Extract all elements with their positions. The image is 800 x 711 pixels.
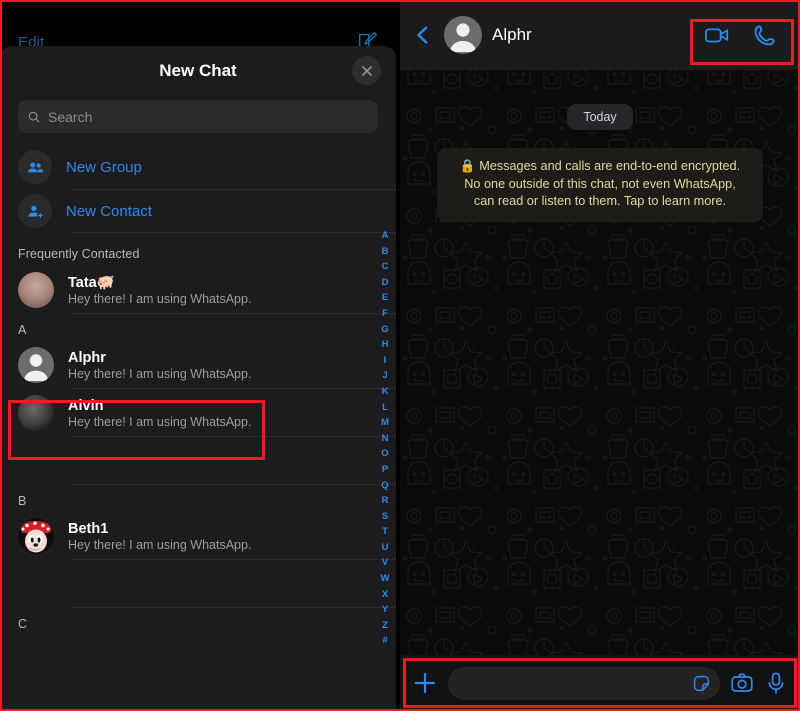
- list-item-text: Tata🐖 Hey there! I am using WhatsApp.: [68, 274, 251, 306]
- alphabet-index-letter[interactable]: V: [382, 555, 388, 571]
- encryption-notice[interactable]: 🔒 Messages and calls are end-to-end encr…: [437, 148, 763, 222]
- back-chevron-icon[interactable]: [412, 22, 434, 48]
- chat-panel: Alphr Today 🔒 Messages and calls are end…: [400, 0, 800, 711]
- contact-name: Beth1: [68, 520, 109, 537]
- day-divider: Today: [567, 104, 633, 130]
- search-icon: [28, 111, 40, 123]
- list-item-text: Alphr Hey there! I am using WhatsApp.: [68, 350, 251, 381]
- encryption-notice-text: Messages and calls are end-to-end encryp…: [464, 159, 741, 208]
- alphabet-index-letter[interactable]: #: [382, 633, 387, 649]
- avatar: [18, 347, 54, 383]
- page-title: New Chat: [159, 61, 237, 80]
- avatar[interactable]: [444, 16, 482, 54]
- alphabet-index-letter[interactable]: Z: [382, 618, 388, 634]
- list-item[interactable]: Tata🐖 Hey there! I am using WhatsApp.: [0, 266, 396, 314]
- alphabet-index-letter[interactable]: S: [382, 509, 388, 525]
- list-item-placeholder: [0, 437, 396, 485]
- alphabet-index-letter[interactable]: O: [381, 446, 388, 462]
- contact-status: Hey there! I am using WhatsApp.: [68, 292, 252, 306]
- encryption-notice-wrap: 🔒 Messages and calls are end-to-end encr…: [400, 148, 800, 222]
- alphabet-index-letter[interactable]: T: [382, 524, 388, 540]
- alphabet-index-letter[interactable]: N: [382, 431, 389, 447]
- alphabet-index-letter[interactable]: L: [382, 400, 388, 416]
- list-item-alvin[interactable]: Alvin Hey there! I am using WhatsApp.: [0, 389, 396, 437]
- new-contact-row[interactable]: New Contact: [0, 189, 396, 233]
- contact-status: Hey there! I am using WhatsApp.: [68, 366, 252, 381]
- alphabet-index-letter[interactable]: X: [382, 587, 388, 603]
- section-header-frequently-contacted: Frequently Contacted: [18, 247, 140, 261]
- chat-contact-name[interactable]: Alphr: [492, 25, 694, 45]
- chat-header-actions: [704, 24, 790, 46]
- contact-status: Hey there! I am using WhatsApp.: [68, 537, 252, 552]
- lock-icon: 🔒: [459, 159, 476, 173]
- contact-name: Tata🐖: [68, 275, 115, 291]
- alphabet-index-letter[interactable]: A: [382, 228, 389, 244]
- new-group-row[interactable]: New Group: [0, 145, 396, 189]
- video-call-icon[interactable]: [704, 24, 730, 46]
- avatar: [18, 395, 54, 431]
- day-divider-wrap: Today: [400, 104, 800, 130]
- alphabet-index-letter[interactable]: H: [382, 337, 389, 353]
- new-chat-panel: Edit New Chat Search New Group New Conta…: [0, 0, 396, 711]
- list-item-beth1[interactable]: Beth1 Hey there! I am using WhatsApp.: [0, 512, 396, 560]
- phone-call-icon[interactable]: [752, 24, 778, 46]
- person-add-icon: [18, 194, 52, 228]
- alphabet-index-letter[interactable]: B: [382, 244, 389, 260]
- list-item-text: Beth1 Hey there! I am using WhatsApp.: [68, 521, 251, 552]
- sheet-header: New Chat: [0, 46, 396, 100]
- contacts-list-background: [0, 0, 396, 52]
- alphabet-index-letter[interactable]: Y: [382, 602, 388, 618]
- alphabet-index-letter[interactable]: E: [382, 290, 388, 306]
- sticker-icon[interactable]: [692, 674, 711, 693]
- message-input[interactable]: [448, 666, 720, 700]
- alphabet-index-letter[interactable]: I: [384, 353, 387, 369]
- search-placeholder: Search: [48, 108, 93, 125]
- alphabet-index-letter[interactable]: W: [381, 571, 390, 587]
- list-item-text: Alvin Hey there! I am using WhatsApp.: [68, 398, 251, 429]
- new-chat-sheet: New Chat Search New Group New Contact Fr…: [0, 46, 396, 711]
- group-people-icon: [18, 150, 52, 184]
- new-group-label: New Group: [66, 158, 142, 176]
- avatar: [18, 272, 54, 308]
- avatar: [18, 518, 54, 554]
- alphabet-index-letter[interactable]: J: [382, 368, 387, 384]
- list-item-alphr[interactable]: Alphr Hey there! I am using WhatsApp.: [0, 341, 396, 389]
- alphabet-index-letter[interactable]: M: [381, 415, 389, 431]
- section-header-c: C: [18, 617, 28, 631]
- alphabet-index-letter[interactable]: Q: [381, 478, 388, 494]
- alphabet-index-letter[interactable]: F: [382, 306, 388, 322]
- alphabet-index-letter[interactable]: C: [382, 259, 389, 275]
- section-header-b: B: [18, 494, 27, 508]
- alphabet-index[interactable]: A B C D E F G H I J K L M N O P Q R S T U V W X Y Z #: [377, 228, 393, 649]
- new-contact-label: New Contact: [66, 202, 152, 220]
- microphone-icon[interactable]: [764, 671, 788, 695]
- camera-icon[interactable]: [730, 671, 754, 695]
- contact-name: Alphr: [68, 349, 106, 366]
- plus-icon[interactable]: [412, 670, 438, 696]
- alphabet-index-letter[interactable]: U: [382, 540, 389, 556]
- alphabet-index-letter[interactable]: R: [382, 493, 389, 509]
- screenshot-root: Edit New Chat Search New Group New Conta…: [0, 0, 800, 711]
- search-input[interactable]: Search: [18, 100, 378, 133]
- contact-name: Alvin: [68, 397, 104, 414]
- conversation-area: Today 🔒 Messages and calls are end-to-en…: [400, 70, 800, 655]
- contact-status: Hey there! I am using WhatsApp.: [68, 414, 252, 429]
- alphabet-index-letter[interactable]: P: [382, 462, 388, 478]
- section-header-a: A: [18, 323, 27, 337]
- list-item-placeholder: [0, 560, 396, 608]
- search-container: Search: [0, 100, 396, 133]
- alphabet-index-letter[interactable]: K: [382, 384, 389, 400]
- alphabet-index-letter[interactable]: D: [382, 275, 389, 291]
- close-button[interactable]: [352, 56, 381, 85]
- message-input-bar: [400, 655, 800, 711]
- alphabet-index-letter[interactable]: G: [381, 322, 388, 338]
- close-icon: [361, 65, 372, 76]
- action-rows: New Group New Contact: [0, 145, 396, 233]
- chat-header: Alphr: [400, 0, 800, 70]
